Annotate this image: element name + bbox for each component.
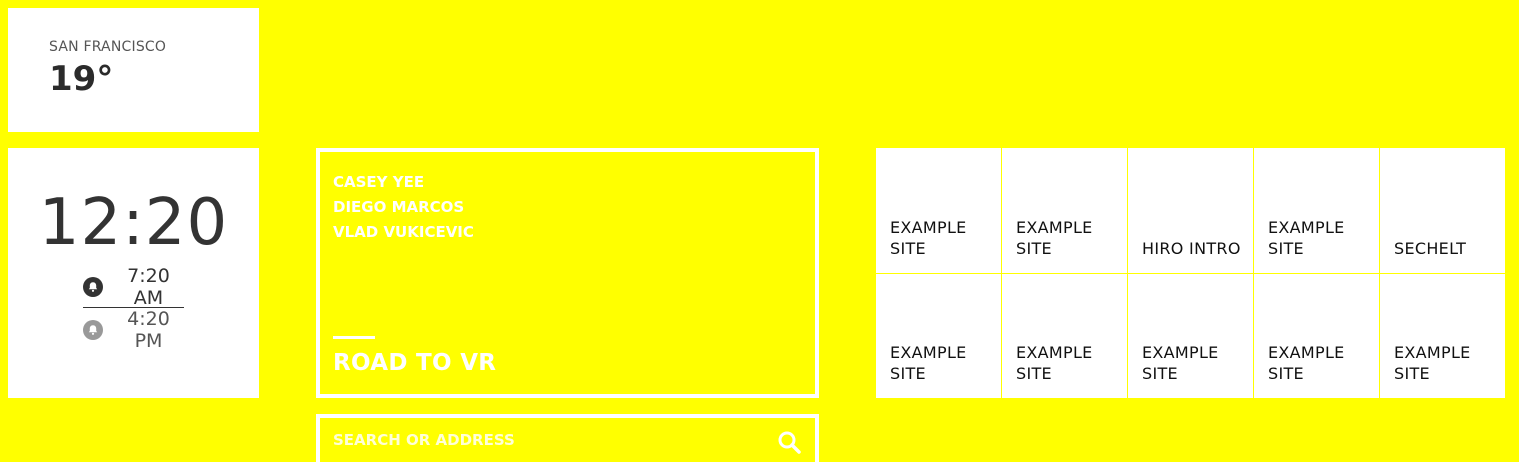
site-tile[interactable]: EXAMPLE SITE	[1254, 273, 1379, 398]
alarm-item[interactable]: 4:20 PM	[83, 308, 184, 352]
story-authors: CASEY YEE DIEGO MARCOS VLAD VUKICEVIC	[333, 170, 815, 245]
story-author: CASEY YEE	[333, 173, 425, 191]
site-tile-label: SECHELT	[1394, 238, 1467, 258]
search-input[interactable]	[333, 431, 753, 449]
alarm-time: 7:20 AM	[127, 265, 170, 309]
weather-card[interactable]: SAN FRANCISCO 19°	[8, 8, 259, 132]
site-tile-label: HIRO INTRO	[1142, 238, 1241, 258]
site-tile-label: EXAMPLE SITE	[1016, 343, 1093, 383]
site-tile-label: EXAMPLE SITE	[1142, 343, 1219, 383]
site-tile-label: EXAMPLE SITE	[1268, 217, 1345, 258]
site-tile[interactable]: EXAMPLE SITE	[1128, 273, 1253, 398]
site-tile[interactable]: HIRO INTRO	[1128, 148, 1253, 273]
alarm-time: 4:20 PM	[127, 308, 170, 352]
story-author: DIEGO MARCOS	[333, 198, 465, 216]
site-tile[interactable]: EXAMPLE SITE	[1380, 273, 1505, 398]
story-card[interactable]: CASEY YEE DIEGO MARCOS VLAD VUKICEVIC RO…	[316, 148, 819, 398]
site-tile-label: EXAMPLE SITE	[890, 217, 967, 258]
site-tile[interactable]: EXAMPLE SITE	[876, 273, 1001, 398]
story-divider	[333, 336, 375, 339]
site-tile[interactable]: EXAMPLE SITE	[1002, 148, 1127, 273]
site-tiles: EXAMPLE SITE EXAMPLE SITE HIRO INTRO EXA…	[876, 148, 1505, 398]
site-tile-label: EXAMPLE SITE	[890, 343, 967, 383]
site-tile[interactable]: EXAMPLE SITE	[1002, 273, 1127, 398]
weather-city: SAN FRANCISCO	[49, 39, 167, 55]
site-tile[interactable]: EXAMPLE SITE	[876, 148, 1001, 273]
story-headline[interactable]: ROAD TO VR	[333, 350, 496, 376]
clock-time: 12:20	[38, 186, 229, 260]
site-tile[interactable]: SECHELT	[1380, 148, 1505, 273]
site-tile-label: EXAMPLE SITE	[1394, 343, 1471, 383]
site-tile[interactable]: EXAMPLE SITE	[1254, 148, 1379, 273]
search-bar	[316, 414, 819, 462]
bell-icon	[83, 320, 103, 340]
bell-icon	[83, 277, 103, 297]
site-tile-label: EXAMPLE SITE	[1016, 217, 1093, 258]
story-author: VLAD VUKICEVIC	[333, 223, 474, 241]
site-tile-label: EXAMPLE SITE	[1268, 343, 1345, 383]
weather-temperature: 19°	[49, 59, 114, 99]
alarm-item[interactable]: 7:20 AM	[83, 265, 184, 309]
clock-card[interactable]: 12:20 7:20 AM 4:20 PM	[8, 148, 259, 398]
alarm-list: 7:20 AM 4:20 PM	[83, 265, 184, 352]
search-icon[interactable]	[777, 430, 801, 454]
